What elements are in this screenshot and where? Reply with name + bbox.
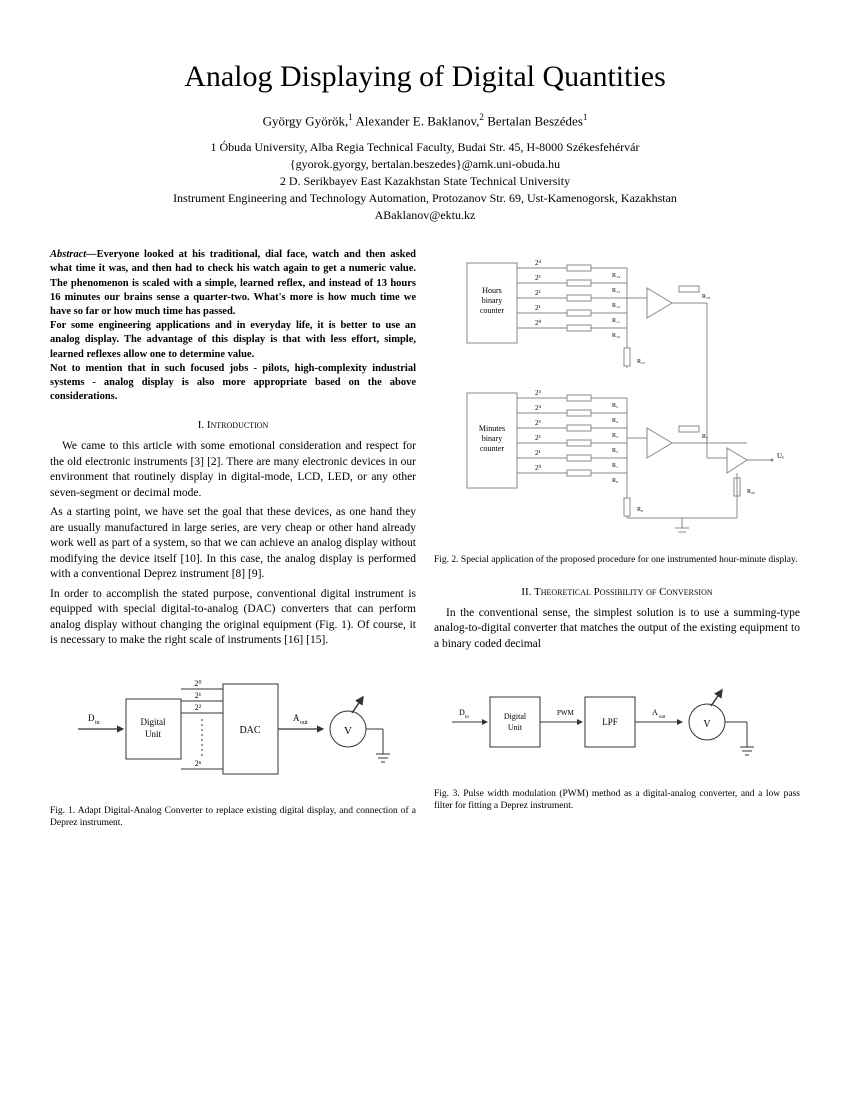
svg-text:D: D bbox=[88, 713, 95, 723]
svg-text:2⁴: 2⁴ bbox=[535, 259, 542, 267]
section-heading-intro: I. Introduction bbox=[50, 418, 416, 433]
affil-line: Instrument Engineering and Technology Au… bbox=[50, 190, 800, 207]
figure-3: Din Digital Unit PWM LPF Aout V bbox=[447, 662, 787, 782]
fig2-caption: Fig. 2. Special application of the propo… bbox=[434, 554, 800, 566]
svg-text:Uₒ: Uₒ bbox=[777, 452, 784, 460]
svg-text:in: in bbox=[95, 720, 100, 726]
svg-text:R₂: R₂ bbox=[612, 448, 618, 454]
svg-text:R₇: R₇ bbox=[702, 434, 708, 440]
intro-p2: As a starting point, we have set the goa… bbox=[50, 505, 416, 583]
svg-text:Digital: Digital bbox=[141, 717, 166, 727]
svg-text:2²: 2² bbox=[535, 434, 541, 442]
figure-2: Hours binary counter 2⁴ R₁₄ 2³ R₁₃ 2² R₁₂ 2… bbox=[447, 248, 787, 548]
svg-text:R₆: R₆ bbox=[637, 507, 643, 513]
svg-text:2ⁿ: 2ⁿ bbox=[195, 759, 202, 768]
svg-text:2⁵: 2⁵ bbox=[535, 389, 542, 397]
svg-text:A: A bbox=[652, 708, 658, 717]
fig3-caption: Fig. 3. Pulse width modulation (PWM) met… bbox=[434, 788, 800, 813]
svg-text:R₁₈: R₁₈ bbox=[702, 294, 710, 300]
svg-text:R₁₅: R₁₅ bbox=[637, 359, 645, 365]
right-column: Hours binary counter 2⁴ R₁₄ 2³ R₁₃ 2² R₁₂ 2… bbox=[434, 248, 800, 847]
abstract: Abstract—Everyone looked at his traditio… bbox=[50, 248, 416, 404]
author-list: György Györök,1 Alexander E. Baklanov,2 … bbox=[50, 112, 800, 129]
svg-text:Minutes: Minutes bbox=[479, 424, 505, 433]
svg-text:R₀: R₀ bbox=[612, 478, 618, 484]
svg-text:2²: 2² bbox=[195, 703, 202, 712]
affil-line: {gyorok.gyorgy, bertalan.beszedes}@amk.u… bbox=[50, 156, 800, 173]
svg-text:2¹: 2¹ bbox=[535, 304, 541, 312]
svg-text:counter: counter bbox=[480, 444, 504, 453]
sec2-p1: In the conventional sense, the simplest … bbox=[434, 606, 800, 653]
svg-text:LPF: LPF bbox=[602, 717, 618, 727]
svg-text:counter: counter bbox=[480, 306, 504, 315]
svg-text:2⁰: 2⁰ bbox=[535, 464, 542, 472]
affil-line: ABaklanov@ektu.kz bbox=[50, 207, 800, 224]
intro-p3: In order to accomplish the stated purpos… bbox=[50, 587, 416, 649]
svg-text:R₁₃: R₁₃ bbox=[612, 288, 620, 294]
svg-text:2³: 2³ bbox=[535, 274, 541, 282]
svg-text:2³: 2³ bbox=[535, 419, 541, 427]
svg-text:V: V bbox=[703, 719, 711, 730]
svg-text:R₄: R₄ bbox=[612, 418, 618, 424]
figure-1: Din Digital Unit 2⁰ 2¹ 2² 2ⁿ DAC Aout V bbox=[68, 659, 398, 799]
left-column: Abstract—Everyone looked at his traditio… bbox=[50, 248, 416, 847]
section-heading-theory: II. Theoretical Possibility of Conversio… bbox=[434, 585, 800, 600]
svg-text:binary: binary bbox=[482, 434, 502, 443]
svg-text:2⁰: 2⁰ bbox=[535, 319, 542, 327]
affil-line: 1 Óbuda University, Alba Regia Technical… bbox=[50, 139, 800, 156]
svg-text:2⁴: 2⁴ bbox=[535, 404, 542, 412]
fig1-caption: Fig. 1. Adapt Digital-Analog Converter t… bbox=[50, 805, 416, 830]
svg-text:R₁₂: R₁₂ bbox=[612, 303, 620, 309]
svg-text:R₂₀: R₂₀ bbox=[747, 489, 755, 495]
svg-text:Unit: Unit bbox=[145, 729, 162, 739]
svg-text:binary: binary bbox=[482, 296, 502, 305]
svg-text:2¹: 2¹ bbox=[195, 691, 202, 700]
svg-text:PWM: PWM bbox=[557, 709, 575, 717]
svg-text:V: V bbox=[344, 725, 352, 737]
svg-text:R₃: R₃ bbox=[612, 433, 618, 439]
svg-text:R₁₄: R₁₄ bbox=[612, 273, 620, 279]
svg-text:A: A bbox=[293, 713, 300, 723]
svg-text:Hours: Hours bbox=[482, 286, 502, 295]
svg-text:2¹: 2¹ bbox=[535, 449, 541, 457]
svg-text:R₁₀: R₁₀ bbox=[612, 333, 620, 339]
svg-text:R₅: R₅ bbox=[612, 403, 618, 409]
svg-text:2²: 2² bbox=[535, 289, 541, 297]
affiliations: 1 Óbuda University, Alba Regia Technical… bbox=[50, 139, 800, 223]
svg-text:Digital: Digital bbox=[504, 712, 527, 721]
svg-text:Unit: Unit bbox=[508, 723, 523, 732]
svg-text:DAC: DAC bbox=[239, 725, 260, 736]
affil-line: 2 D. Serikbayev East Kazakhstan State Te… bbox=[50, 173, 800, 190]
paper-title: Analog Displaying of Digital Quantities bbox=[50, 60, 800, 94]
svg-text:R₁: R₁ bbox=[612, 463, 618, 469]
svg-text:R₁₁: R₁₁ bbox=[612, 318, 620, 324]
svg-text:out: out bbox=[659, 715, 666, 720]
svg-text:2⁰: 2⁰ bbox=[194, 679, 201, 688]
svg-text:out: out bbox=[300, 720, 308, 726]
abstract-label: Abstract— bbox=[50, 249, 97, 260]
intro-p1: We came to this article with some emotio… bbox=[50, 439, 416, 501]
svg-text:in: in bbox=[465, 715, 469, 720]
